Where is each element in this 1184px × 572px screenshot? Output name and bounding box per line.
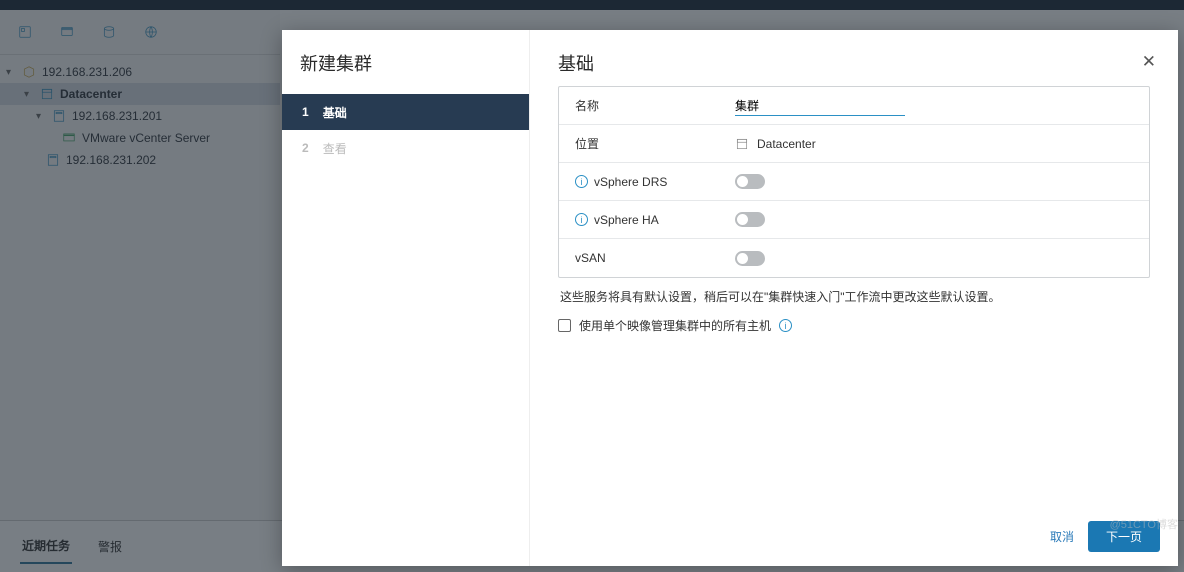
wizard-content: 基础 ✕ 名称 位置 Datacenter i vSphere DRS [530, 30, 1178, 566]
ha-toggle[interactable] [735, 212, 765, 227]
info-icon[interactable]: i [575, 175, 588, 188]
single-image-checkbox[interactable] [558, 319, 571, 332]
wizard-steps-panel: 新建集群 1 基础 2 查看 [282, 30, 530, 566]
location-value: Datacenter [757, 137, 816, 151]
new-cluster-modal: 新建集群 1 基础 2 查看 基础 ✕ 名称 位置 Datacenter [282, 30, 1178, 566]
step-1-label: 基础 [323, 104, 347, 121]
cancel-button[interactable]: 取消 [1050, 528, 1074, 545]
row-name: 名称 [559, 87, 1149, 125]
helper-text: 这些服务将具有默认设置，稍后可以在"集群快速入门"工作流中更改这些默认设置。 [560, 288, 1148, 305]
row-ha: i vSphere HA [559, 201, 1149, 239]
row-location: 位置 Datacenter [559, 125, 1149, 163]
location-label: 位置 [575, 135, 599, 152]
datacenter-icon [735, 137, 749, 151]
step-2-label: 查看 [323, 140, 347, 157]
single-image-row: 使用单个映像管理集群中的所有主机 i [558, 317, 1150, 334]
wizard-step-2: 2 查看 [282, 130, 529, 166]
row-vsan: vSAN [559, 239, 1149, 277]
step-1-number: 1 [302, 105, 309, 119]
cluster-name-input[interactable] [735, 95, 905, 116]
vsan-toggle[interactable] [735, 251, 765, 266]
wizard-title: 新建集群 [282, 30, 529, 94]
vsan-label: vSAN [575, 251, 606, 265]
section-title: 基础 [558, 50, 1150, 76]
name-label: 名称 [575, 97, 599, 114]
cluster-form: 名称 位置 Datacenter i vSphere DRS [558, 86, 1150, 278]
next-button[interactable]: 下一页 [1088, 521, 1160, 552]
row-drs: i vSphere DRS [559, 163, 1149, 201]
single-image-label: 使用单个映像管理集群中的所有主机 [579, 317, 771, 334]
step-2-number: 2 [302, 141, 309, 155]
close-icon[interactable]: ✕ [1142, 52, 1156, 72]
ha-label: vSphere HA [594, 213, 659, 227]
wizard-step-1[interactable]: 1 基础 [282, 94, 529, 130]
drs-toggle[interactable] [735, 174, 765, 189]
info-icon[interactable]: i [779, 319, 792, 332]
drs-label: vSphere DRS [594, 175, 667, 189]
modal-footer: 取消 下一页 [1050, 521, 1160, 552]
info-icon[interactable]: i [575, 213, 588, 226]
